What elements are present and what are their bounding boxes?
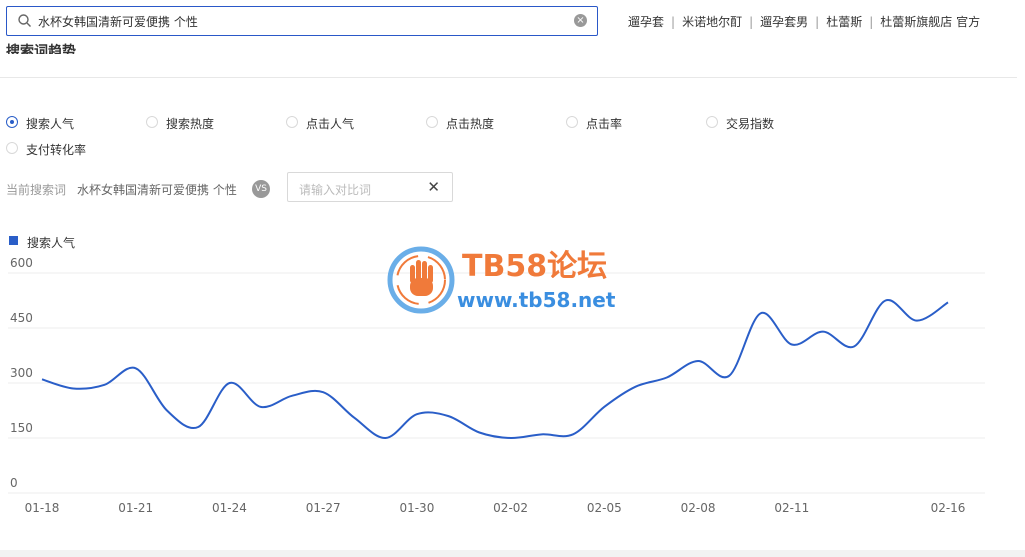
hot-word-link[interactable]: 遛孕套男 xyxy=(760,15,808,29)
data-point xyxy=(477,431,481,435)
data-point xyxy=(915,319,919,323)
hot-word-link[interactable]: 杜蕾斯旗舰店 官方 xyxy=(880,15,980,29)
data-point xyxy=(384,436,388,440)
metric-label: 点击热度 xyxy=(446,117,495,131)
hot-word-link[interactable]: 米诺地尔酊 xyxy=(682,15,742,29)
data-point xyxy=(352,416,356,420)
radio-dot xyxy=(706,116,718,128)
hot-words: 遛孕套 | 米诺地尔酊 | 遛孕套男 | 杜蕾斯 | 杜蕾斯旗舰店 官方 xyxy=(628,13,980,30)
data-point xyxy=(540,432,544,436)
y-tick-label: 450 xyxy=(10,311,33,325)
watermark: TB58论坛 www.tb58.net xyxy=(387,246,616,314)
close-icon[interactable]: ✕ xyxy=(427,178,440,196)
data-point xyxy=(259,405,263,409)
x-tick-label: 02-05 xyxy=(587,501,622,515)
section-title: 搜索词趋势 xyxy=(6,44,76,54)
data-point xyxy=(415,412,419,416)
x-tick-label: 02-02 xyxy=(493,501,528,515)
data-point xyxy=(759,311,763,315)
metric-label: 支付转化率 xyxy=(26,143,87,157)
watermark-title: TB58论坛 xyxy=(462,249,607,284)
hot-word-link[interactable]: 杜蕾斯 xyxy=(826,15,862,29)
radio-dot xyxy=(146,116,158,128)
series-line xyxy=(41,299,949,440)
y-tick-label: 150 xyxy=(10,421,33,435)
radio-dot xyxy=(6,116,18,128)
data-point xyxy=(852,344,856,348)
data-point xyxy=(40,377,44,381)
data-point xyxy=(290,394,294,398)
separator: | xyxy=(869,15,874,29)
clear-search-icon[interactable]: × xyxy=(574,14,587,27)
data-point xyxy=(821,330,825,334)
y-tick-label: 600 xyxy=(10,256,33,270)
current-word-label: 当前搜索词 xyxy=(6,183,67,197)
metric-label: 搜索人气 xyxy=(26,117,75,131)
current-word-value: 水杯女韩国清新可爱便携 个性 xyxy=(77,183,237,197)
data-point xyxy=(71,387,75,391)
hand-icon xyxy=(410,260,433,296)
legend-swatch xyxy=(9,236,18,245)
data-point xyxy=(665,376,669,380)
data-point xyxy=(165,409,169,413)
compare-word-input[interactable]: 请输入对比词 ✕ xyxy=(287,172,453,202)
data-point xyxy=(102,383,106,387)
watermark-url: www.tb58.net xyxy=(457,288,616,312)
data-point xyxy=(321,390,325,394)
metric-label: 点击人气 xyxy=(306,117,355,131)
search-input-value: 水杯女韩国清新可爱便携 个性 xyxy=(38,15,198,29)
search-icon xyxy=(18,14,31,27)
hot-word-link[interactable]: 遛孕套 xyxy=(628,15,664,29)
y-tick-label: 300 xyxy=(10,366,33,380)
data-point xyxy=(196,425,200,429)
data-point xyxy=(571,432,575,436)
x-tick-label: 01-27 xyxy=(306,501,341,515)
x-tick-label: 02-16 xyxy=(931,501,966,515)
data-point xyxy=(446,414,450,418)
x-tick-label: 02-11 xyxy=(774,501,809,515)
data-point xyxy=(946,300,950,304)
metric-label: 搜索热度 xyxy=(166,117,215,131)
data-point xyxy=(509,436,513,440)
metric-label: 交易指数 xyxy=(726,117,775,131)
data-point xyxy=(727,374,731,378)
vs-badge: VS xyxy=(252,180,270,198)
separator: | xyxy=(749,15,754,29)
y-tick-label: 0 xyxy=(10,476,18,490)
radio-dot xyxy=(286,116,298,128)
radio-dot xyxy=(6,142,18,154)
radio-dot xyxy=(566,116,578,128)
x-tick-label: 01-24 xyxy=(212,501,247,515)
metric-label: 点击率 xyxy=(586,117,623,131)
data-point xyxy=(884,299,888,303)
compare-input-placeholder: 请输入对比词 xyxy=(299,183,372,197)
x-tick-label: 02-08 xyxy=(681,501,716,515)
top-bar: 水杯女韩国清新可爱便携 个性 × 遛孕套 | 米诺地尔酊 | 遛孕套男 | 杜蕾斯 | 杜蕾斯旗… xyxy=(0,0,1025,46)
legend-label: 搜索人气 xyxy=(27,236,76,250)
x-tick-label: 01-21 xyxy=(118,501,153,515)
data-point xyxy=(790,343,794,347)
bottom-edge xyxy=(0,550,1025,557)
search-input[interactable]: 水杯女韩国清新可爱便携 个性 × xyxy=(6,6,598,36)
separator: | xyxy=(815,15,820,29)
data-point xyxy=(134,366,138,370)
data-point xyxy=(634,385,638,389)
data-point xyxy=(602,405,606,409)
x-tick-label: 01-30 xyxy=(399,501,434,515)
separator: | xyxy=(671,15,676,29)
x-tick-label: 01-18 xyxy=(25,501,60,515)
divider xyxy=(0,77,1017,78)
data-point xyxy=(696,359,700,363)
data-point xyxy=(227,381,231,385)
radio-dot xyxy=(426,116,438,128)
